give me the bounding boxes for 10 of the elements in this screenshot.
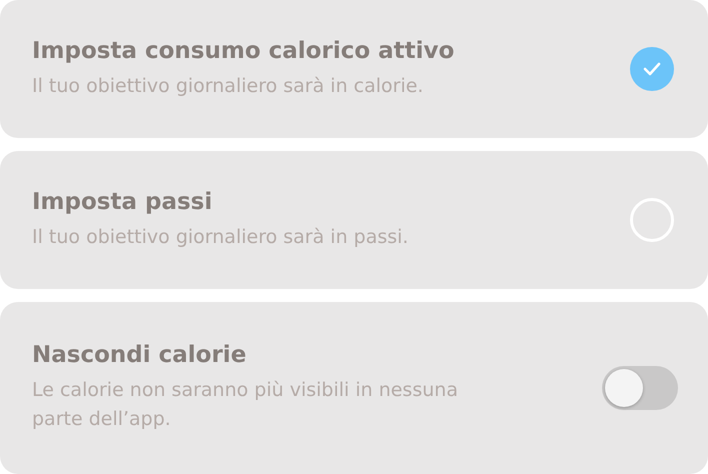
option-description: Il tuo obiettivo giornaliero sarà in calorie.: [32, 74, 424, 98]
option-description: Le calorie non saranno più visibili in nessuna parte dell’app.: [32, 378, 459, 432]
radio-button[interactable]: [630, 198, 674, 242]
toggle-switch[interactable]: [602, 366, 678, 410]
option-description: Il tuo obiettivo giornaliero sarà in passi.: [32, 224, 410, 250]
radio-button[interactable]: [630, 47, 674, 91]
option-title: Imposta consumo calorico attivo: [32, 38, 456, 64]
option-title: Imposta passi: [32, 188, 214, 214]
option-title: Nascondi calorie: [32, 342, 248, 368]
checkmark-icon: [643, 62, 661, 76]
